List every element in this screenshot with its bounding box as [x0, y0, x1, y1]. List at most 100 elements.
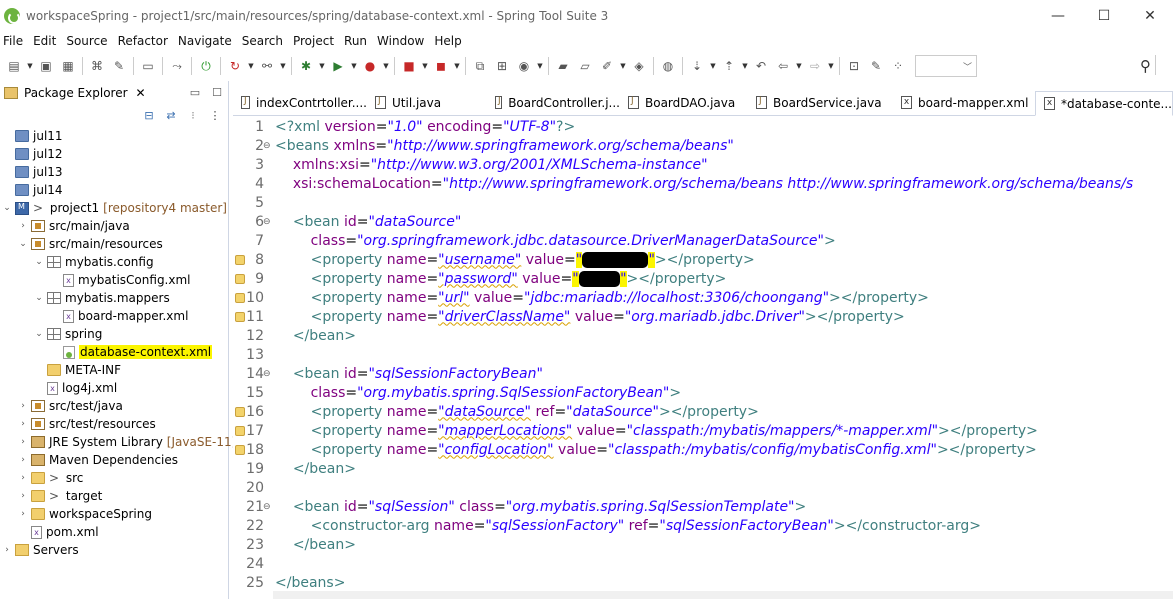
code-line[interactable]: 8 <property name="username" value="xxxxx… — [233, 250, 1173, 269]
new-class-icon[interactable]: ◉ — [515, 57, 533, 75]
perspective-switcher[interactable] — [1155, 55, 1171, 75]
link-icon[interactable]: ⚯ — [258, 57, 276, 75]
code-line[interactable]: 19 </bean> — [233, 459, 1173, 478]
chevron-down-icon[interactable]: ▼ — [421, 57, 429, 75]
tree-item[interactable]: › > src — [18, 469, 83, 487]
link-with-editor-icon[interactable]: ⇄ — [164, 109, 178, 122]
tree-item[interactable]: database-context.xml — [50, 343, 213, 361]
expand-right-icon[interactable]: › — [18, 491, 28, 501]
tree-item[interactable]: x log4j.xml — [34, 379, 117, 397]
chevron-down-icon[interactable]: ▼ — [741, 57, 749, 75]
tree-item[interactable]: ⌄ mybatis.mappers — [34, 289, 170, 307]
forward-icon[interactable]: ⇨ — [806, 57, 824, 75]
fold-toggle-icon[interactable]: ⊖ — [263, 502, 273, 512]
editor-tab[interactable]: BoardDAO.java — [620, 90, 748, 115]
tree-item[interactable]: › src/test/resources — [18, 415, 156, 433]
code-line[interactable]: 20 — [233, 478, 1173, 497]
tree-item[interactable]: jul12 — [2, 145, 63, 163]
code-line[interactable]: 17 <property name="mapperLocations" valu… — [233, 421, 1173, 440]
expand-right-icon[interactable]: › — [2, 545, 12, 555]
tree-item[interactable]: jul13 — [2, 163, 63, 181]
code-line[interactable]: 15 class="org.mybatis.spring.SqlSessionF… — [233, 383, 1173, 402]
code-line[interactable]: 10 <property name="url" value="jdbc:mari… — [233, 288, 1173, 307]
run-icon[interactable]: ▶ — [329, 57, 347, 75]
fold-toggle-icon[interactable]: ⊖ — [263, 141, 273, 151]
prev-annotation-icon[interactable]: ⇡ — [720, 57, 738, 75]
tab-package-explorer[interactable]: Package Explorer ✕ — [0, 81, 146, 105]
horizontal-scrollbar[interactable] — [273, 591, 1173, 599]
new-icon[interactable]: ▤ — [5, 57, 23, 75]
task-icon[interactable]: ◈ — [630, 57, 648, 75]
chevron-down-icon[interactable]: ▼ — [453, 57, 461, 75]
menu-run[interactable]: Run — [339, 34, 372, 48]
code-line[interactable]: 5 — [233, 193, 1173, 212]
expand-right-icon[interactable]: › — [18, 455, 28, 465]
new-java-project-icon[interactable]: ⧉ — [471, 57, 489, 75]
search-icon[interactable]: ⚲ — [1140, 57, 1151, 75]
code-line[interactable]: 25 </beans> — [233, 573, 1173, 592]
next-annotation-icon[interactable]: ⇣ — [688, 57, 706, 75]
tree-item[interactable]: › > target — [18, 487, 102, 505]
expand-down-icon[interactable]: ⌄ — [2, 203, 12, 213]
menu-help[interactable]: Help — [429, 34, 466, 48]
fold-toggle-icon[interactable]: ⊖ — [263, 217, 273, 227]
close-button[interactable]: ✕ — [1127, 0, 1173, 31]
chevron-down-icon[interactable]: ▼ — [619, 57, 627, 75]
menu-file[interactable]: File — [0, 34, 28, 48]
expand-down-icon[interactable]: ⌄ — [34, 329, 44, 339]
tree-item[interactable]: › Servers — [2, 541, 78, 559]
chevron-down-icon[interactable]: ▼ — [247, 57, 255, 75]
tree-item[interactable]: jul14 — [2, 181, 63, 199]
open-type-icon[interactable]: ⌘ — [88, 57, 106, 75]
menu-search[interactable]: Search — [237, 34, 288, 48]
chevron-down-icon[interactable]: ▼ — [536, 57, 544, 75]
tree-item[interactable]: META-INF — [34, 361, 121, 379]
code-line[interactable]: 21 ⊖ <bean id="sqlSession" class="org.myb… — [233, 497, 1173, 516]
code-line[interactable]: 22 <constructor-arg name="sqlSessionFact… — [233, 516, 1173, 535]
code-line[interactable]: 12 </bean> — [233, 326, 1173, 345]
editor-tab[interactable]: x *database-conte... — [1035, 91, 1173, 116]
expand-right-icon[interactable]: › — [18, 419, 28, 429]
xml-editor[interactable]: 1 <?xml version="1.0" encoding="UTF-8"?> 2… — [233, 117, 1173, 599]
code-line[interactable]: 16 <property name="dataSource" ref="data… — [233, 402, 1173, 421]
tree-item[interactable]: ⌄ spring — [34, 325, 102, 343]
collapse-all-icon[interactable]: ⊟ — [142, 109, 156, 122]
menu-navigate[interactable]: Navigate — [173, 34, 237, 48]
open-task-icon[interactable]: ✎ — [110, 57, 128, 75]
expand-right-icon[interactable]: › — [18, 437, 28, 447]
run-external-icon[interactable]: ● — [361, 57, 379, 75]
tree-item[interactable]: ⌄ src/main/resources — [18, 235, 163, 253]
debug-icon[interactable]: ✱ — [297, 57, 315, 75]
refresh-icon[interactable]: ↻ — [226, 57, 244, 75]
edit-icon[interactable]: ✎ — [867, 57, 885, 75]
view-menu-icon[interactable]: ⁝ — [186, 109, 200, 122]
save-icon[interactable]: ▣ — [37, 57, 55, 75]
fold-toggle-icon[interactable]: ⊖ — [263, 369, 273, 379]
save-all-icon[interactable]: ▦ — [59, 57, 77, 75]
last-edit-icon[interactable]: ↶ — [752, 57, 770, 75]
tree-item[interactable]: jul11 — [2, 127, 63, 145]
menu-source[interactable]: Source — [61, 34, 112, 48]
chevron-down-icon[interactable]: ▼ — [827, 57, 835, 75]
editor-tab[interactable]: Util.java — [367, 90, 487, 115]
chevron-down-icon[interactable]: ▼ — [26, 57, 34, 75]
grid-icon[interactable]: ⁘ — [889, 57, 907, 75]
tree-item[interactable]: ⌄ mybatis.config — [34, 253, 153, 271]
open-perspective-icon[interactable]: ⊡ — [845, 57, 863, 75]
menu-refactor[interactable]: Refactor — [113, 34, 173, 48]
editor-tab[interactable]: BoardService.java — [748, 90, 893, 115]
chevron-down-icon[interactable]: ▼ — [795, 57, 803, 75]
chevron-down-icon[interactable]: ▼ — [350, 57, 358, 75]
editor-tab[interactable]: x board-mapper.xml — [893, 90, 1035, 115]
code-line[interactable]: 2 ⊖ <beans xmlns="http://www.springframewo… — [233, 136, 1173, 155]
tree-item[interactable]: › Maven Dependencies — [18, 451, 178, 469]
editor-tab[interactable]: BoardController.j... — [487, 90, 620, 115]
boot-dashboard-icon[interactable]: ⏻ — [197, 57, 215, 75]
expand-down-icon[interactable]: ⌄ — [34, 257, 44, 267]
editor-tab[interactable]: indexContrtoller.... — [233, 90, 367, 115]
back-icon[interactable]: ⇦ — [774, 57, 792, 75]
code-line[interactable]: 6 ⊖ <bean id="dataSource" — [233, 212, 1173, 231]
new-package-icon[interactable]: ⊞ — [493, 57, 511, 75]
code-line[interactable]: 1 <?xml version="1.0" encoding="UTF-8"?> — [233, 117, 1173, 136]
tree-item[interactable]: › src/main/java — [18, 217, 130, 235]
